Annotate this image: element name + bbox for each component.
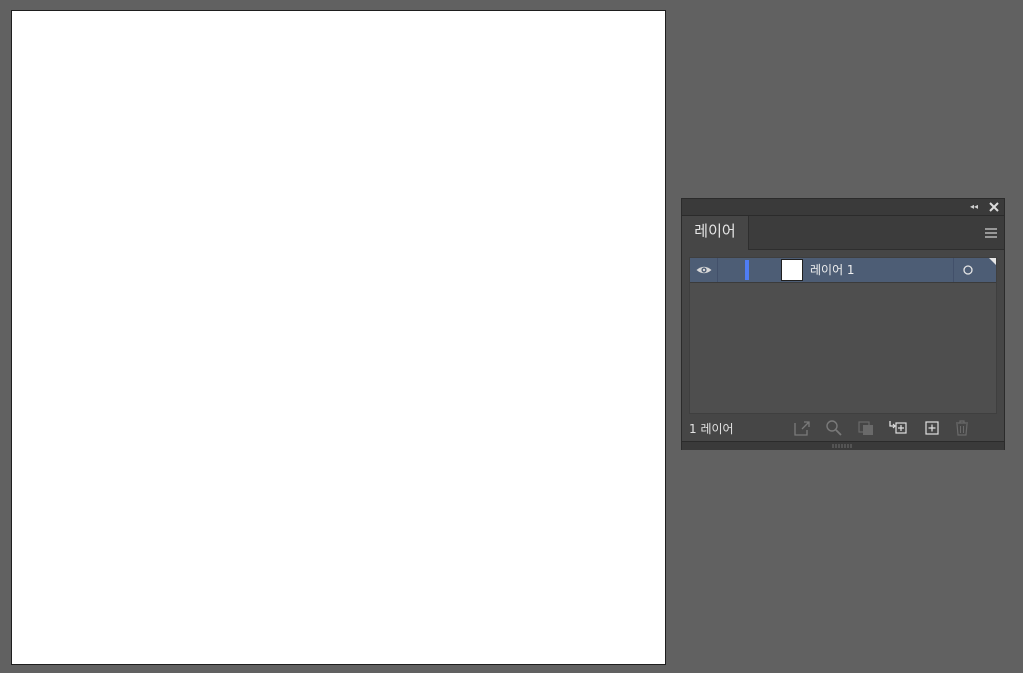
collapse-icon[interactable]: ◂◂: [968, 201, 980, 212]
new-layer-icon[interactable]: [922, 419, 942, 437]
layers-panel: ◂◂ 레이어 레이어 1 1 레이어: [681, 198, 1005, 450]
tab-layers[interactable]: 레이어: [682, 216, 749, 250]
trash-icon[interactable]: [952, 419, 972, 437]
panel-menu-icon[interactable]: [984, 227, 998, 239]
panel-tab-bar: 레이어: [682, 216, 1004, 250]
layer-row[interactable]: 레이어 1: [690, 258, 996, 283]
new-sublayer-icon[interactable]: [888, 419, 908, 437]
close-icon[interactable]: [987, 200, 1001, 214]
search-icon[interactable]: [824, 419, 844, 437]
lock-toggle[interactable]: [718, 258, 744, 282]
selection-indicator: [989, 258, 996, 265]
resize-grip-icon[interactable]: [832, 444, 854, 448]
artboard[interactable]: [11, 10, 666, 665]
panel-title-bar[interactable]: ◂◂: [682, 199, 1004, 216]
layer-name[interactable]: 레이어 1: [810, 258, 855, 282]
clipping-mask-icon[interactable]: [856, 419, 876, 437]
target-circle-icon[interactable]: [962, 264, 974, 276]
layers-list: 레이어 1: [689, 257, 997, 414]
panel-resize-bar: [682, 441, 1004, 450]
column-divider: [953, 258, 954, 282]
export-icon[interactable]: [792, 419, 812, 437]
layer-count: 1 레이어: [689, 422, 734, 436]
layer-thumbnail: [781, 259, 803, 281]
visibility-eye-icon[interactable]: [695, 262, 713, 278]
layer-color-indicator: [745, 260, 749, 280]
